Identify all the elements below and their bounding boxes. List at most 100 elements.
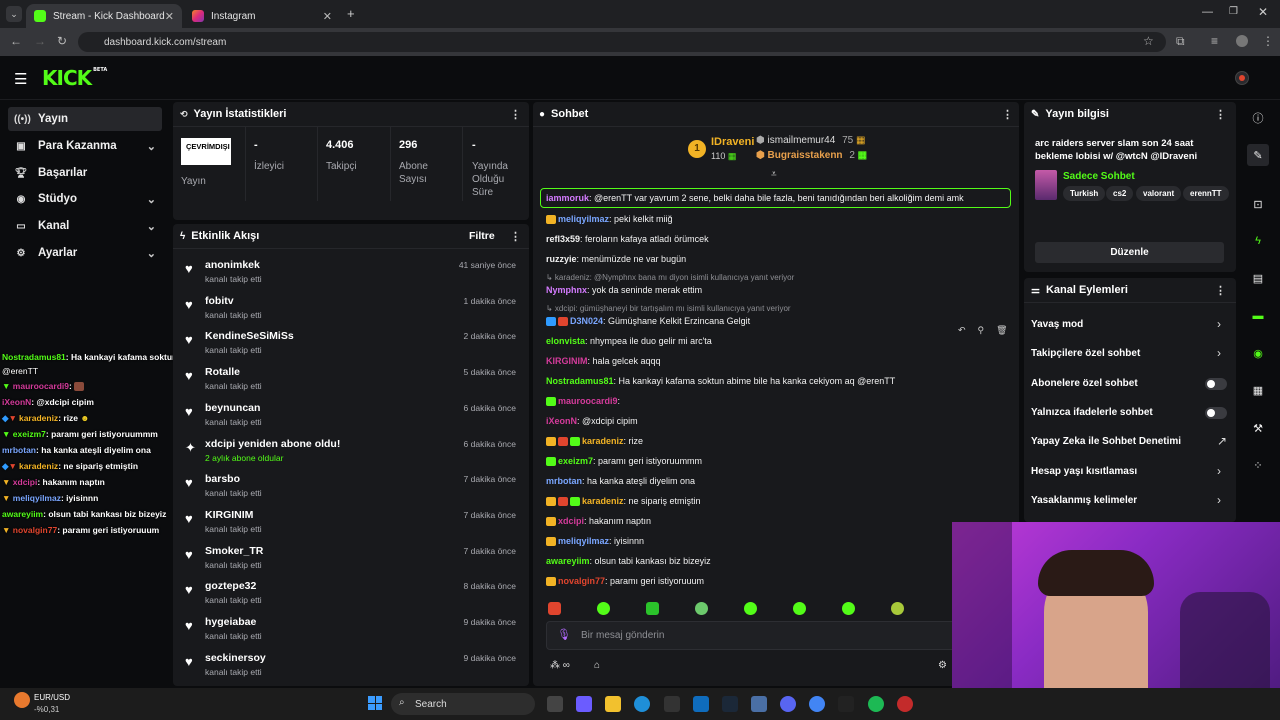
delete-icon[interactable]: 🗑︎ — [996, 325, 1007, 341]
gifter-name[interactable]: ismailmemur44 — [768, 135, 836, 146]
more-options-icon[interactable]: ⋮ — [1215, 284, 1226, 297]
more-options-icon[interactable]: ⋮ — [1002, 108, 1013, 121]
extensions-icon[interactable]: ⧉ — [1176, 34, 1185, 49]
activity-name[interactable]: barsbo — [205, 473, 240, 485]
edit-button[interactable]: Düzenle — [1035, 242, 1224, 263]
more-options-icon[interactable]: ⋮ — [510, 230, 521, 243]
more-options-icon[interactable]: ⋮ — [1215, 108, 1226, 121]
channel-action-item[interactable]: Yasaklanmış kelimeler — [1031, 495, 1137, 506]
chat-username[interactable]: xdcipi — [558, 516, 584, 526]
wrench-icon[interactable]: ⚒ — [1247, 417, 1269, 439]
info-icon[interactable]: ⓘ — [1247, 107, 1269, 129]
channel-action-item[interactable]: Abonelere özel sohbet — [1031, 378, 1138, 389]
emote-icon[interactable] — [548, 602, 561, 615]
chat-icon[interactable]: ▬ — [1247, 305, 1269, 327]
chat-username[interactable]: ruzzyie — [546, 254, 577, 264]
filter-button[interactable]: Filtre — [469, 230, 495, 242]
activity-name[interactable]: Smoker_TR — [205, 545, 263, 557]
activity-name[interactable]: goztepe32 — [205, 580, 256, 592]
chat-username[interactable]: novalgin77 — [558, 576, 605, 586]
chat-username[interactable]: KIRGINIM — [546, 356, 588, 366]
toggle-switch[interactable] — [1205, 377, 1227, 390]
edge-icon[interactable] — [634, 696, 650, 712]
app-icon[interactable] — [751, 696, 767, 712]
gifter-name[interactable]: Bugraisstakenn — [768, 150, 843, 161]
window-close-icon[interactable]: ✕ — [1258, 5, 1268, 19]
sidebar-item-para-kazanma[interactable]: ▣ Para Kazanma ⌄ — [8, 134, 162, 158]
steam-icon[interactable] — [722, 696, 738, 712]
points-icon[interactable]: ⁂ — [550, 660, 560, 671]
more-options-icon[interactable]: ⋮ — [510, 108, 521, 121]
minimize-icon[interactable]: — — [1202, 6, 1213, 18]
back-icon[interactable]: ← — [10, 34, 22, 48]
chat-username[interactable]: mauroocardi9 — [558, 396, 618, 406]
activity-name[interactable]: KendineSeSiMiSs — [205, 330, 294, 342]
media-icon[interactable]: ≡ — [1211, 34, 1218, 48]
channel-action-item[interactable]: Hesap yaşı kısıtlaması — [1031, 466, 1137, 477]
app-icon[interactable] — [838, 696, 854, 712]
emote-icon[interactable] — [891, 602, 904, 615]
activity-name[interactable]: Rotalle — [205, 366, 240, 378]
chrome-icon[interactable] — [809, 696, 825, 712]
sidebar-item-yayin[interactable]: ((•)) Yayın — [8, 107, 162, 131]
channel-action-item[interactable]: Takipçilere özel sohbet — [1031, 348, 1140, 359]
activity-name[interactable]: KIRGINIM — [205, 509, 253, 521]
profile-avatar[interactable] — [1236, 35, 1248, 47]
stock-widget-icon[interactable] — [14, 692, 30, 708]
chat-username[interactable]: meliqyilmaz — [558, 536, 609, 546]
app-icon[interactable] — [897, 696, 913, 712]
emote-icon[interactable] — [695, 602, 708, 615]
chat-username[interactable]: karadeniz — [582, 496, 624, 506]
activity-name[interactable]: fobitv — [205, 295, 234, 307]
reload-icon[interactable]: ↻ — [57, 34, 67, 48]
tab-kick[interactable]: Stream - Kick Dashboard ✕ — [26, 4, 182, 28]
document-icon[interactable]: ▤ — [1247, 267, 1269, 289]
category-name[interactable]: Sadece Sohbet — [1063, 171, 1135, 182]
hamburger-menu-icon[interactable]: ☰ — [14, 70, 27, 88]
discord-icon[interactable] — [780, 696, 796, 712]
file-explorer-icon[interactable] — [605, 696, 621, 712]
chat-username[interactable]: karadeniz — [582, 436, 624, 446]
chat-username[interactable]: iXeonN — [546, 416, 577, 426]
lightning-icon[interactable]: ϟ — [1247, 230, 1269, 252]
channel-action-item[interactable]: Yalnızca ifadelerle sohbet — [1031, 407, 1153, 418]
chat-username[interactable]: elonvista — [546, 336, 585, 346]
sidebar-item-basarilar[interactable]: 🏆︎ Başarılar — [8, 161, 162, 185]
browser-menu-icon[interactable]: ⋮ — [1262, 34, 1274, 48]
close-icon[interactable]: ✕ — [323, 10, 332, 23]
bookmark-star-icon[interactable]: ☆ — [1143, 34, 1154, 48]
kick-logo[interactable]: KICK BETA — [42, 66, 107, 90]
forward-icon[interactable]: → — [34, 34, 46, 48]
outlook-icon[interactable] — [693, 696, 709, 712]
activity-name[interactable]: xdcipi yeniden abone oldu! — [205, 438, 340, 450]
chat-username[interactable]: exeizm7 — [558, 456, 593, 466]
pencil-icon[interactable]: ✎ — [1247, 144, 1269, 166]
toggle-switch[interactable] — [1205, 406, 1227, 419]
chat-username[interactable]: iammoruk — [546, 193, 589, 203]
activity-name[interactable]: anonimkek — [205, 259, 260, 271]
chat-username[interactable]: refl3x59 — [546, 234, 580, 244]
taskbar-search[interactable]: Search — [391, 693, 535, 715]
activity-name[interactable]: seckinersoy — [205, 652, 266, 664]
chat-username[interactable]: mrbotan — [546, 476, 582, 486]
share-icon[interactable]: ⁘ — [1247, 454, 1269, 476]
chat-username[interactable]: awareyiim — [546, 556, 590, 566]
infinity-icon[interactable]: ∞ — [563, 660, 570, 671]
chat-message-input[interactable]: Bir mesaj gönderin — [546, 621, 956, 650]
collapse-leaderboard-icon[interactable]: ⩡ — [771, 169, 777, 180]
gear-icon[interactable]: ⚙ — [938, 660, 947, 671]
sidebar-item-kanal[interactable]: ▭ Kanal ⌄ — [8, 214, 162, 238]
url-input[interactable]: dashboard.kick.com/stream — [78, 32, 1166, 52]
chat-username[interactable]: Nymphnx — [546, 285, 587, 295]
sidebar-item-studyo[interactable]: ◉ Stüdyo ⌄ — [8, 187, 162, 211]
store-icon[interactable] — [664, 696, 680, 712]
layout-icon[interactable]: ▦ — [1247, 379, 1269, 401]
copilot-icon[interactable] — [576, 696, 592, 712]
tab-instagram[interactable]: Instagram ✕ — [184, 4, 340, 28]
emote-icon[interactable] — [646, 602, 659, 615]
activity-name[interactable]: hygeiabae — [205, 616, 256, 628]
activity-name[interactable]: beynuncan — [205, 402, 260, 414]
emote-icon[interactable] — [597, 602, 610, 615]
user-avatar[interactable] — [1235, 71, 1249, 85]
pin-icon[interactable]: ⚲ — [978, 325, 985, 341]
